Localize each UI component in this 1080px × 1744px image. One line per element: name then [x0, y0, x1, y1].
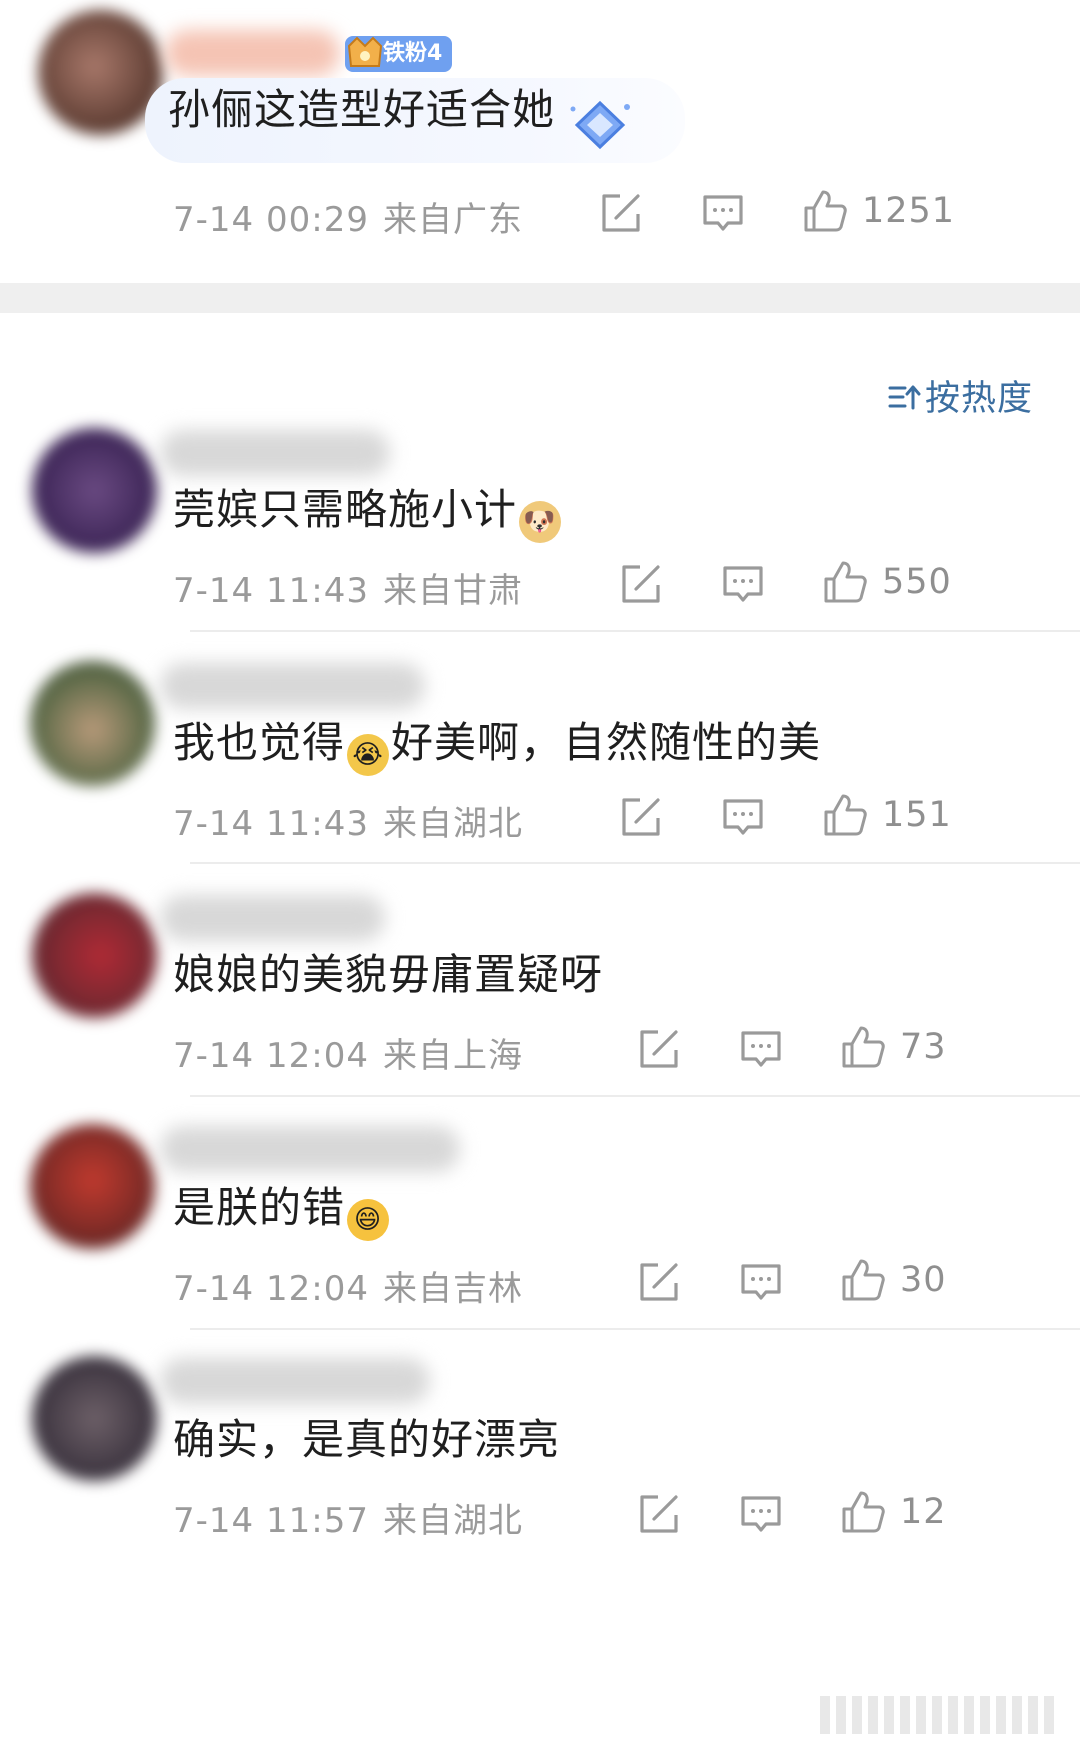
comment-location: 来自上海	[382, 1036, 523, 1076]
comment-item: 莞嫔只需略施小计 🐶 7-14 11:43 来自甘肃 550	[0, 420, 1080, 635]
comment-content: 孙俪这造型好适合她	[168, 85, 556, 134]
like-icon[interactable]	[840, 1024, 886, 1070]
username-blurred[interactable]	[160, 663, 425, 709]
watermark	[820, 1696, 1060, 1734]
comment-meta: 7-14 11:43 来自湖北	[173, 796, 523, 845]
reply-icon[interactable]	[738, 1026, 784, 1072]
crown-icon	[347, 36, 383, 67]
sort-label: 按热度	[924, 379, 1033, 419]
fan-badge: 铁粉4	[345, 36, 453, 72]
comment-text: 好美啊，自然随性的美	[391, 718, 822, 767]
reply-icon[interactable]	[738, 1491, 784, 1537]
comment-content: 莞嫔只需略施小计 🐶	[173, 480, 563, 543]
avatar[interactable]	[32, 428, 157, 553]
diamond-icon	[570, 100, 630, 150]
like-count: 151	[882, 795, 952, 835]
sort-icon	[888, 385, 921, 410]
comment-location: 来自广东	[382, 200, 523, 240]
comment-text: 我也觉得	[173, 718, 346, 767]
comment-text: 莞嫔只需略施小计	[173, 485, 518, 534]
comment-location: 来自吉林	[382, 1269, 523, 1309]
comment-item: 娘娘的美貌毋庸置疑呀 7-14 12:04 来自上海 73	[0, 885, 1080, 1095]
like-count: 550	[882, 562, 952, 602]
share-icon[interactable]	[636, 1491, 682, 1537]
like-count: 12	[900, 1492, 947, 1532]
username-blurred[interactable]	[160, 895, 385, 941]
comment-time: 7-14 00:29	[173, 200, 369, 240]
comment-text: 是朕的错	[173, 1183, 346, 1232]
share-icon[interactable]	[636, 1026, 682, 1072]
username-blurred[interactable]	[160, 1358, 430, 1404]
comment-item: 我也觉得 😭 好美啊，自然随性的美 7-14 11:43 来自湖北 151	[0, 655, 1080, 865]
like-count: 30	[900, 1260, 947, 1300]
share-icon[interactable]	[636, 1259, 682, 1305]
doge-emoji-icon: 🐶	[519, 501, 562, 543]
comment-meta: 7-14 11:57 来自湖北	[173, 1493, 523, 1542]
comment-location: 来自湖北	[382, 804, 523, 844]
comment-location: 来自甘肃	[382, 571, 523, 611]
crying-emoji-icon: 😭	[347, 734, 390, 776]
comment-meta: 7-14 00:29 来自广东	[173, 192, 523, 241]
laughing-emoji-icon: 😄	[347, 1199, 390, 1241]
like-icon[interactable]	[840, 1257, 886, 1303]
share-icon[interactable]	[618, 561, 664, 607]
comment-time: 7-14 12:04	[173, 1269, 369, 1309]
reply-icon[interactable]	[700, 190, 746, 236]
comment-item: 确实，是真的好漂亮 7-14 11:57 来自湖北 12	[0, 1350, 1080, 1744]
avatar[interactable]	[30, 1124, 155, 1249]
reply-icon[interactable]	[738, 1259, 784, 1305]
avatar[interactable]	[32, 893, 157, 1018]
comment-meta: 7-14 11:43 来自甘肃	[173, 563, 523, 612]
reply-icon[interactable]	[720, 794, 766, 840]
like-count: 73	[900, 1027, 947, 1067]
comment-content: 娘娘的美貌毋庸置疑呀	[173, 950, 604, 999]
section-divider	[0, 283, 1080, 313]
comment-meta: 7-14 12:04 来自上海	[173, 1028, 523, 1077]
username-blurred[interactable]	[165, 30, 340, 76]
comment-item: 是朕的错 😄 7-14 12:04 来自吉林 30	[0, 1118, 1080, 1328]
row-divider	[190, 1328, 1080, 1330]
username-blurred[interactable]	[160, 1126, 460, 1172]
share-icon[interactable]	[598, 190, 644, 236]
top-comment: 铁粉4 孙俪这造型好适合她 7-14 00:29 来自广东 1251	[0, 0, 1080, 283]
row-divider	[190, 862, 1080, 864]
like-icon[interactable]	[822, 792, 868, 838]
comment-location: 来自湖北	[382, 1501, 523, 1541]
comment-meta: 7-14 12:04 来自吉林	[173, 1261, 523, 1310]
comment-time: 7-14 11:57	[173, 1501, 369, 1541]
share-icon[interactable]	[618, 794, 664, 840]
row-divider	[190, 1095, 1080, 1097]
like-icon[interactable]	[840, 1489, 886, 1535]
avatar[interactable]	[32, 1356, 157, 1481]
avatar[interactable]	[30, 661, 155, 786]
comment-time: 7-14 12:04	[173, 1036, 369, 1076]
comment-content: 我也觉得 😭 好美啊，自然随性的美	[173, 713, 821, 776]
reply-icon[interactable]	[720, 561, 766, 607]
comment-content: 是朕的错 😄	[173, 1178, 391, 1241]
badge-label: 铁粉4	[383, 41, 443, 66]
comment-time: 7-14 11:43	[173, 571, 369, 611]
sort-by-heat-button[interactable]: 按热度	[887, 370, 1033, 421]
username-blurred[interactable]	[160, 430, 390, 476]
comment-time: 7-14 11:43	[173, 804, 369, 844]
row-divider	[190, 630, 1080, 632]
like-icon[interactable]	[822, 559, 868, 605]
like-count: 1251	[862, 191, 956, 231]
like-icon[interactable]	[802, 188, 848, 234]
comment-content: 确实，是真的好漂亮	[173, 1415, 561, 1464]
